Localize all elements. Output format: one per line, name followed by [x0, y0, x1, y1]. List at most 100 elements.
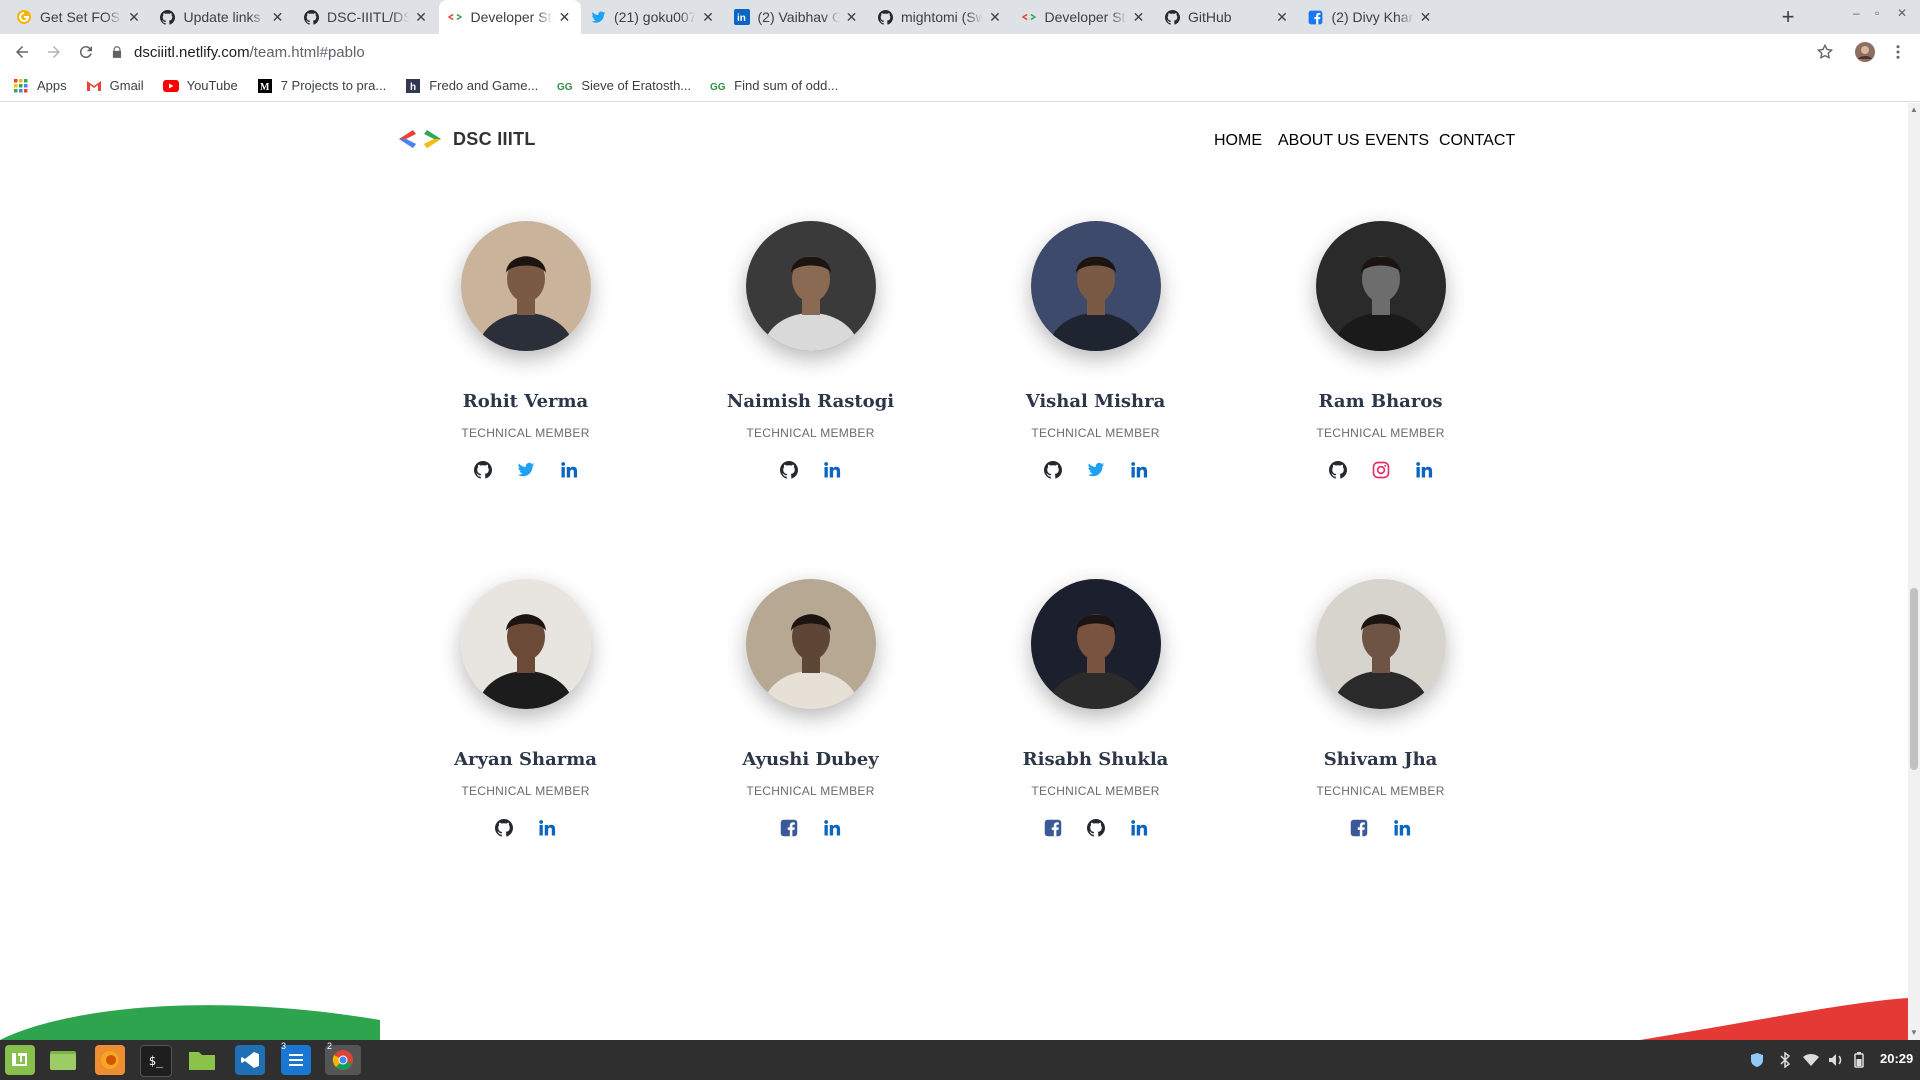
tab-title: GitHub	[1188, 9, 1232, 25]
page-scrollbar[interactable]: ▲ ▼	[1908, 103, 1920, 1040]
folder-icon[interactable]	[187, 1045, 217, 1075]
close-window-icon[interactable]: ✕	[1897, 6, 1907, 20]
tab-2[interactable]: Update links and s ✕	[152, 0, 294, 34]
bookmark-3[interactable]: YouTube	[162, 78, 238, 94]
team-member-card: Risabh Shukla TECHNICAL MEMBER	[953, 579, 1238, 838]
editor-icon[interactable]: 3	[281, 1041, 311, 1075]
close-icon[interactable]: ✕	[700, 9, 716, 26]
terminal-icon[interactable]: $_	[140, 1045, 172, 1077]
close-icon[interactable]: ✕	[1131, 9, 1147, 26]
github-icon[interactable]	[494, 818, 514, 838]
github-icon[interactable]	[779, 460, 799, 480]
linkedin-icon[interactable]	[1129, 460, 1149, 480]
bookmark-6[interactable]: GG Sieve of Eratosth...	[557, 78, 691, 94]
apps-icon	[13, 78, 29, 94]
linkedin-icon[interactable]	[822, 460, 842, 480]
github-icon[interactable]	[1328, 460, 1348, 480]
youtube-icon	[162, 78, 179, 94]
member-name: Aryan Sharma	[454, 749, 597, 770]
reload-button[interactable]	[74, 40, 98, 64]
restore-icon[interactable]: ▫	[1875, 6, 1879, 20]
shield-icon[interactable]	[1749, 1052, 1765, 1068]
bookmark-label: Apps	[37, 78, 67, 93]
brand[interactable]: DSC IIITL	[397, 127, 536, 151]
instagram-icon[interactable]	[1371, 460, 1391, 480]
bluetooth-icon[interactable]	[1779, 1052, 1791, 1068]
wifi-icon[interactable]	[1803, 1052, 1819, 1068]
bookmark-7[interactable]: GG Find sum of odd...	[710, 78, 838, 94]
reload-icon	[79, 46, 92, 59]
forward-button[interactable]	[42, 40, 66, 64]
chrome-icon[interactable]: 2	[325, 1041, 361, 1075]
bookmark-label: 7 Projects to pra...	[280, 78, 387, 93]
tab-3[interactable]: DSC-IIITL/DSC-IIITL ✕	[295, 0, 437, 34]
chrome-menu-button[interactable]	[1886, 40, 1910, 64]
svg-text:GG: GG	[710, 82, 726, 92]
linkedin-icon[interactable]	[1129, 818, 1149, 838]
close-icon[interactable]: ✕	[1418, 9, 1434, 26]
twitter-icon[interactable]	[516, 460, 536, 480]
facebook-icon[interactable]	[779, 818, 799, 838]
scrollbar-thumb[interactable]	[1910, 588, 1918, 770]
github-icon	[160, 9, 176, 25]
tab-9[interactable]: GitHub ✕	[1156, 0, 1298, 34]
close-icon[interactable]: ✕	[987, 9, 1003, 26]
bookmark-5[interactable]: h Fredo and Game...	[405, 78, 538, 94]
bookmark-star-button[interactable]	[1813, 40, 1837, 64]
twitter-icon[interactable]	[1086, 460, 1106, 480]
team-member-card: Shivam Jha TECHNICAL MEMBER	[1238, 579, 1523, 838]
tab-7[interactable]: mightomi (Swastik ✕	[869, 0, 1011, 34]
vscode-icon[interactable]	[235, 1045, 265, 1075]
facebook-icon[interactable]	[1043, 818, 1063, 838]
github-icon[interactable]	[1043, 460, 1063, 480]
close-icon[interactable]: ✕	[844, 9, 860, 26]
tab-4[interactable]: Developer Student ✕	[438, 0, 581, 34]
tab-1[interactable]: Get Set FOSS! ✕	[8, 0, 150, 34]
linkedin-icon[interactable]	[1414, 460, 1434, 480]
tab-8[interactable]: Developer Student ✕	[1013, 0, 1155, 34]
new-tab-button[interactable]: +	[1775, 4, 1801, 30]
files-icon[interactable]	[48, 1045, 78, 1075]
nav-home[interactable]: HOME	[1214, 132, 1262, 150]
linkedin-icon[interactable]	[559, 460, 579, 480]
linkedin-icon[interactable]	[1392, 818, 1412, 838]
site-header: DSC IIITL HOME ABOUT US EVENTS CONTACT	[0, 103, 1908, 175]
close-icon[interactable]: ✕	[557, 9, 573, 26]
close-icon[interactable]: ✕	[126, 9, 142, 26]
linkedin-icon[interactable]	[822, 818, 842, 838]
tab-title: DSC-IIITL/DSC-IIITL	[327, 9, 409, 25]
back-button[interactable]	[10, 40, 34, 64]
battery-icon[interactable]	[1854, 1052, 1864, 1068]
facebook-icon	[1308, 9, 1324, 25]
member-name: Rohit Verma	[462, 391, 589, 412]
tab-6[interactable]: in (2) Vaibhav Gupta | ✕	[726, 0, 868, 34]
nav-contact[interactable]: CONTACT	[1439, 132, 1515, 150]
social-links	[383, 818, 668, 838]
firefox-icon[interactable]	[95, 1045, 125, 1075]
nav-about-us[interactable]: ABOUT US	[1278, 132, 1360, 150]
profile-button[interactable]	[1853, 40, 1877, 64]
facebook-icon[interactable]	[1349, 818, 1369, 838]
bookmark-4[interactable]: M 7 Projects to pra...	[257, 78, 387, 94]
minimize-icon[interactable]: –	[1853, 6, 1860, 20]
tab-5[interactable]: (21) goku007 (@go ✕	[582, 0, 724, 34]
close-icon[interactable]: ✕	[413, 9, 429, 26]
svg-text:h: h	[410, 82, 416, 93]
volume-icon[interactable]	[1828, 1052, 1844, 1068]
bookmark-label: Find sum of odd...	[734, 78, 839, 93]
member-name: Shivam Jha	[1323, 749, 1438, 770]
close-icon[interactable]: ✕	[270, 9, 286, 26]
linkedin-icon[interactable]	[537, 818, 557, 838]
github-icon[interactable]	[1086, 818, 1106, 838]
bookmark-1[interactable]: Apps	[13, 78, 67, 94]
bookmark-2[interactable]: Gmail	[86, 78, 144, 94]
close-icon[interactable]: ✕	[1274, 9, 1290, 26]
github-icon[interactable]	[473, 460, 493, 480]
team-member-card: Aryan Sharma TECHNICAL MEMBER	[383, 579, 668, 838]
mint-menu-icon[interactable]	[5, 1045, 35, 1075]
scroll-up-icon[interactable]: ▲	[1910, 105, 1918, 114]
scroll-down-icon[interactable]: ▼	[1910, 1028, 1918, 1037]
address-bar[interactable]: dsciiitl.netlify.com/team.html#pablo	[110, 37, 1850, 67]
nav-events[interactable]: EVENTS	[1365, 132, 1429, 150]
tab-10[interactable]: (2) Divy Khare ✕	[1300, 0, 1442, 34]
